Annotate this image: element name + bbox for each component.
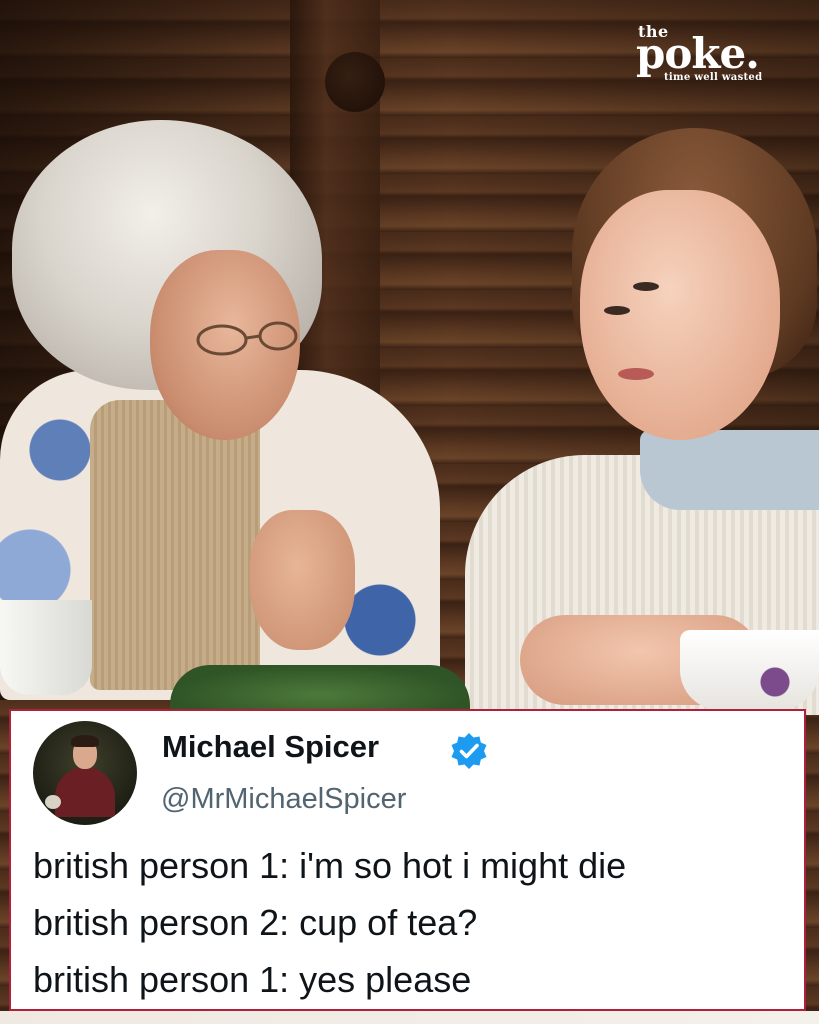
older-woman-hand bbox=[250, 510, 355, 650]
young-woman-collar bbox=[640, 430, 819, 510]
avatar-body bbox=[55, 767, 115, 817]
table-greens bbox=[170, 665, 470, 715]
older-woman-sweater bbox=[90, 400, 260, 690]
glasses-icon bbox=[196, 321, 298, 356]
young-woman-eye bbox=[633, 282, 659, 291]
avatar[interactable] bbox=[33, 721, 137, 825]
tweet-card: Michael Spicer @MrMichaelSpicer british … bbox=[9, 709, 806, 1011]
teacup-left bbox=[0, 600, 92, 695]
meme-post: the poke. time well wasted Michael Spice… bbox=[0, 0, 819, 1024]
verified-badge-icon bbox=[451, 733, 487, 769]
tweet-line: british person 1: i'm so hot i might die bbox=[33, 845, 627, 886]
skull-icon bbox=[45, 795, 61, 809]
young-woman-face bbox=[580, 190, 780, 440]
logo-tagline: time well wasted bbox=[664, 72, 763, 83]
the-poke-logo: the poke. time well wasted bbox=[636, 22, 786, 88]
young-woman-lips bbox=[618, 368, 654, 380]
tweet-text: british person 1: i'm so hot i might die… bbox=[33, 837, 626, 1008]
tweet-line: british person 2: cup of tea? bbox=[33, 902, 478, 943]
tweet-line: british person 1: yes please bbox=[33, 959, 472, 1000]
user-handle[interactable]: @MrMichaelSpicer bbox=[161, 783, 406, 816]
logo-wordmark: poke. bbox=[636, 29, 760, 78]
bottom-strip bbox=[0, 1011, 819, 1024]
avatar-hair bbox=[71, 735, 99, 747]
young-woman-eye bbox=[604, 306, 630, 315]
teacup-right bbox=[680, 630, 819, 710]
display-name[interactable]: Michael Spicer bbox=[162, 729, 379, 765]
